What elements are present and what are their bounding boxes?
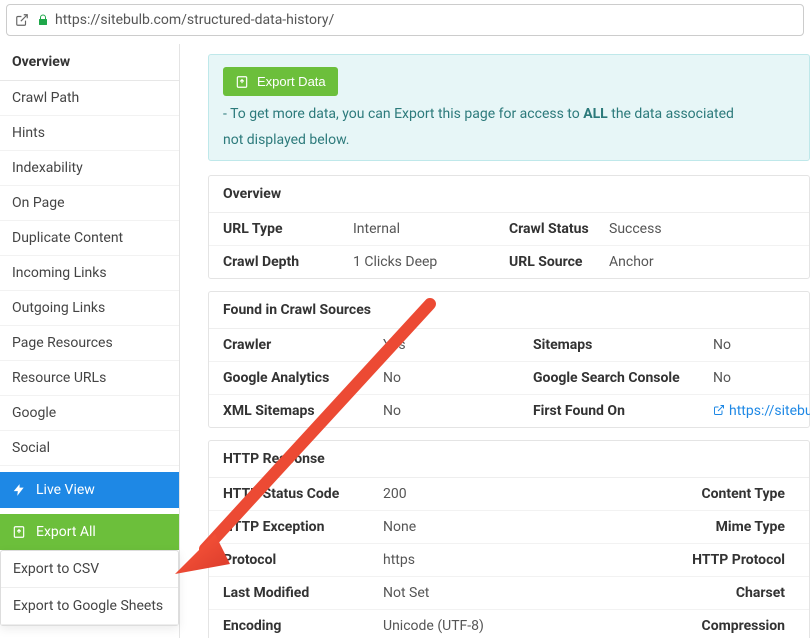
label: Charset [635, 585, 795, 601]
sidebar-item-resource-urls[interactable]: Resource URLs [0, 361, 179, 396]
sidebar-item-on-page[interactable]: On Page [0, 186, 179, 221]
http-response-title: HTTP Response [209, 441, 809, 478]
value: None [383, 519, 635, 535]
sidebar-item-duplicate-content[interactable]: Duplicate Content [0, 221, 179, 256]
export-to-csv[interactable]: Export to CSV [1, 551, 178, 588]
alert-text-pre: - To get more data, you can Export this … [223, 106, 583, 122]
sidebar-item-page-resources[interactable]: Page Resources [0, 326, 179, 361]
overview-row: Crawl Depth1 Clicks Deep URL SourceAncho… [209, 246, 809, 278]
value: Yes [383, 337, 533, 353]
export-data-label: Export Data [257, 74, 326, 89]
overview-panel: Overview URL TypeInternal Crawl StatusSu… [208, 175, 810, 279]
label: XML Sitemaps [223, 403, 383, 419]
sidebar-item-crawl-path[interactable]: Crawl Path [0, 81, 179, 116]
export-all-label: Export All [36, 524, 96, 540]
sidebar-item-google[interactable]: Google [0, 396, 179, 431]
alert-text-bold: ALL [583, 106, 608, 122]
label: Crawl Depth [223, 254, 353, 270]
label: Crawler [223, 337, 383, 353]
lock-icon [37, 14, 49, 26]
url-text[interactable]: https://sitebulb.com/structured-data-his… [55, 12, 795, 28]
http-row: ProtocolhttpsHTTP Protocol [209, 544, 809, 577]
value: Success [609, 221, 795, 237]
label: First Found On [533, 403, 713, 419]
value: No [713, 370, 810, 386]
value: 1 Clicks Deep [353, 254, 509, 270]
export-menu: Export to CSV Export to Google Sheets [0, 550, 179, 626]
sidebar-item-indexability[interactable]: Indexability [0, 151, 179, 186]
bolt-icon [12, 483, 26, 497]
value: Internal [353, 221, 509, 237]
value: No [383, 403, 533, 419]
label: Protocol [223, 552, 383, 568]
sidebar-item-incoming-links[interactable]: Incoming Links [0, 256, 179, 291]
export-data-button[interactable]: Export Data [223, 67, 338, 96]
crawl-sources-title: Found in Crawl Sources [209, 292, 809, 329]
export-to-google-sheets[interactable]: Export to Google Sheets [1, 588, 178, 625]
value: https://sitebulb.com/ [713, 403, 810, 419]
value: Anchor [609, 254, 795, 270]
http-response-panel: HTTP Response HTTP Status Code200Content… [208, 440, 810, 638]
overview-title: Overview [209, 176, 809, 213]
label: URL Type [223, 221, 353, 237]
main-content: Export Data - To get more data, you can … [180, 44, 810, 638]
label: Content Type [635, 486, 795, 502]
external-link-icon [713, 404, 725, 416]
http-row: HTTP ExceptionNoneMime Type [209, 511, 809, 544]
value: https [383, 552, 635, 568]
label: Mime Type [635, 519, 795, 535]
label: Sitemaps [533, 337, 713, 353]
first-found-link[interactable]: https://sitebulb.com/ [729, 403, 810, 419]
value: Unicode (UTF-8) [383, 618, 635, 634]
sidebar-heading: Overview [0, 44, 179, 81]
sidebar: Overview Crawl Path Hints Indexability O… [0, 44, 180, 638]
http-row: EncodingUnicode (UTF-8)Compression [209, 610, 809, 638]
live-view-button[interactable]: Live View [0, 472, 179, 508]
alert-text: - To get more data, you can Export this … [223, 106, 734, 122]
label: Google Analytics [223, 370, 383, 386]
table-row: Google Analytics No Google Search Consol… [209, 362, 809, 395]
label: HTTP Protocol [635, 552, 795, 568]
overview-row: URL TypeInternal Crawl StatusSuccess [209, 213, 809, 246]
live-view-label: Live View [36, 482, 95, 498]
sidebar-item-outgoing-links[interactable]: Outgoing Links [0, 291, 179, 326]
export-icon [235, 75, 249, 89]
sidebar-item-hints[interactable]: Hints [0, 116, 179, 151]
crawl-sources-panel: Found in Crawl Sources Crawler Yes Sitem… [208, 291, 810, 428]
label: Google Search Console [533, 370, 713, 386]
label: Last Modified [223, 585, 383, 601]
value: 200 [383, 486, 635, 502]
export-icon [12, 525, 26, 539]
http-row: HTTP Status Code200Content Type [209, 478, 809, 511]
table-row: Crawler Yes Sitemaps No Mul [209, 329, 809, 362]
label: Compression [635, 618, 795, 634]
export-alert: Export Data - To get more data, you can … [208, 54, 810, 161]
sidebar-item-social[interactable]: Social [0, 431, 179, 466]
label: Encoding [223, 618, 383, 634]
external-link-icon [15, 13, 29, 27]
http-row: Last ModifiedNot SetCharset [209, 577, 809, 610]
value: No [383, 370, 533, 386]
label: URL Source [509, 254, 609, 270]
label: HTTP Exception [223, 519, 383, 535]
value: Not Set [383, 585, 635, 601]
alert-text-line2: not displayed below. [223, 132, 795, 148]
label: Crawl Status [509, 221, 609, 237]
value: No [713, 337, 810, 353]
label: HTTP Status Code [223, 486, 383, 502]
url-bar[interactable]: https://sitebulb.com/structured-data-his… [6, 4, 804, 36]
alert-text-post: the data associated [608, 106, 734, 122]
export-all-button[interactable]: Export All [0, 514, 179, 550]
table-row: XML Sitemaps No First Found On https://s… [209, 395, 809, 427]
